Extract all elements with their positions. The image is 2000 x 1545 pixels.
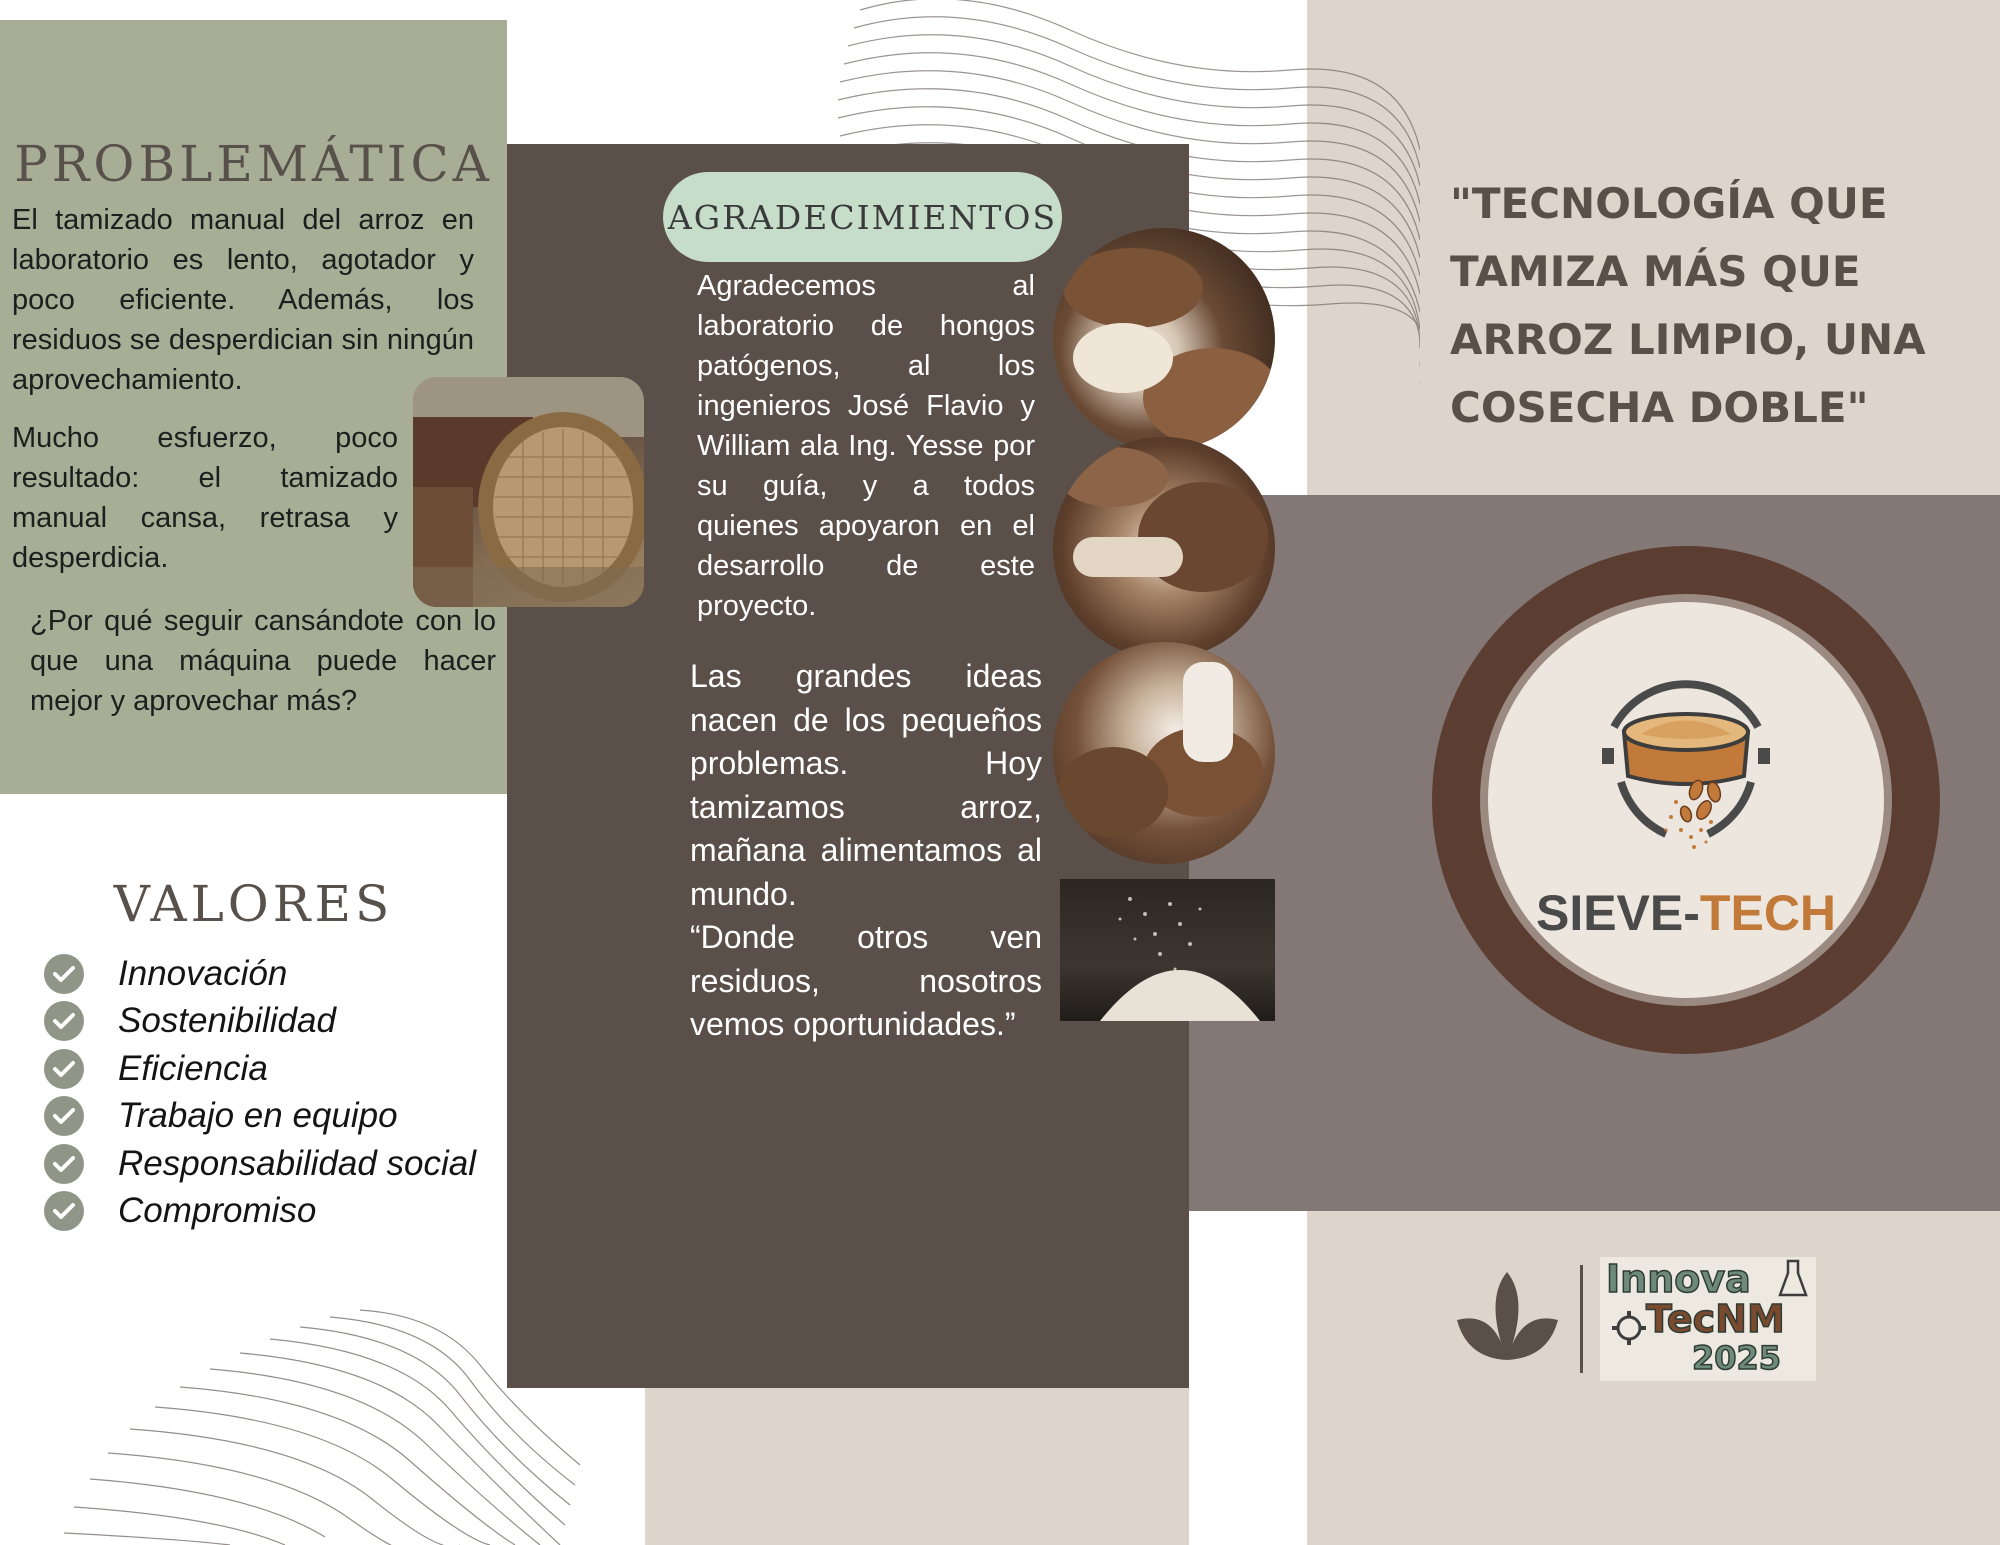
check-icon <box>44 1001 84 1042</box>
list-item: Eficiencia <box>44 1045 476 1093</box>
brand-name-part-1: SIEVE- <box>1535 885 1700 941</box>
sieve-tech-logo: SIEVE-TECH <box>1432 546 1940 1054</box>
innova-tecnm-logo: Innova TecNM 2025 <box>1600 1256 1816 1381</box>
list-item: Responsabilidad social <box>44 1140 476 1188</box>
flask-icon <box>1778 1259 1808 1297</box>
list-item: Sostenibilidad <box>44 998 476 1046</box>
value-label: Compromiso <box>118 1191 317 1231</box>
rice-powder-photo <box>1060 879 1275 1021</box>
list-item: Innovación <box>44 950 476 998</box>
value-label: Responsabilidad social <box>118 1143 476 1183</box>
quote-block: Las grandes ideas nacen de los pequeños … <box>690 655 1042 1047</box>
values-title: VALORES <box>113 875 394 933</box>
leaf-icon <box>1457 1272 1558 1360</box>
check-icon <box>44 1048 84 1089</box>
check-icon <box>44 1096 84 1137</box>
thanks-title: AGRADECIMIENTOS <box>667 197 1058 237</box>
sieve-icon <box>1602 680 1770 849</box>
quote-line-1: Las grandes ideas nacen de los pequeños … <box>690 658 1042 912</box>
brand-name-part-2: TECH <box>1699 885 1837 941</box>
problem-paragraph-1: El tamizado manual del arroz en laborato… <box>12 204 474 396</box>
value-label: Trabajo en equipo <box>118 1096 398 1136</box>
problem-title: PROBLEMÁTICA <box>14 135 493 193</box>
mushroom-photo-2 <box>1053 437 1275 659</box>
innova-text: Innova <box>1605 1256 1751 1302</box>
value-label: Sostenibilidad <box>118 1001 336 1041</box>
check-icon <box>44 953 84 994</box>
quote-line-2: “Donde otros ven residuos, nosotros vemo… <box>690 919 1042 1042</box>
thanks-title-pill: AGRADECIMIENTOS <box>663 172 1062 262</box>
check-icon <box>44 1143 84 1184</box>
check-icon <box>44 1191 84 1232</box>
tagline: "TECNOLOGÍA QUE TAMIZA MÁS QUE ARROZ LIM… <box>1450 179 1926 432</box>
brand-name: SIEVE-TECH <box>1488 884 1884 942</box>
rice-sieve-photo <box>413 377 644 607</box>
value-label: Innovación <box>118 953 288 993</box>
values-list: Innovación Sostenibilidad Eficiencia Tra… <box>44 950 476 1235</box>
thanks-paragraph: Agradecemos al laboratorio de hongos pat… <box>697 270 1035 622</box>
mushroom-photo-1 <box>1053 228 1275 450</box>
gear-icon <box>1612 1311 1646 1345</box>
beige-bottom-panel <box>645 1388 1189 1545</box>
list-item: Compromiso <box>44 1188 476 1236</box>
value-label: Eficiencia <box>118 1048 268 1088</box>
tecnm-text: TecNM <box>1645 1296 1785 1342</box>
mushroom-photo-3 <box>1053 642 1275 864</box>
list-item: Trabajo en equipo <box>44 1093 476 1141</box>
problem-paragraph-3: ¿Por qué seguir cansándote con lo que un… <box>30 605 496 717</box>
problem-paragraph-2: Mucho esfuerzo, poco resultado: el tamiz… <box>12 422 398 574</box>
logo-divider <box>1580 1265 1583 1373</box>
year-text: 2025 <box>1691 1338 1782 1378</box>
